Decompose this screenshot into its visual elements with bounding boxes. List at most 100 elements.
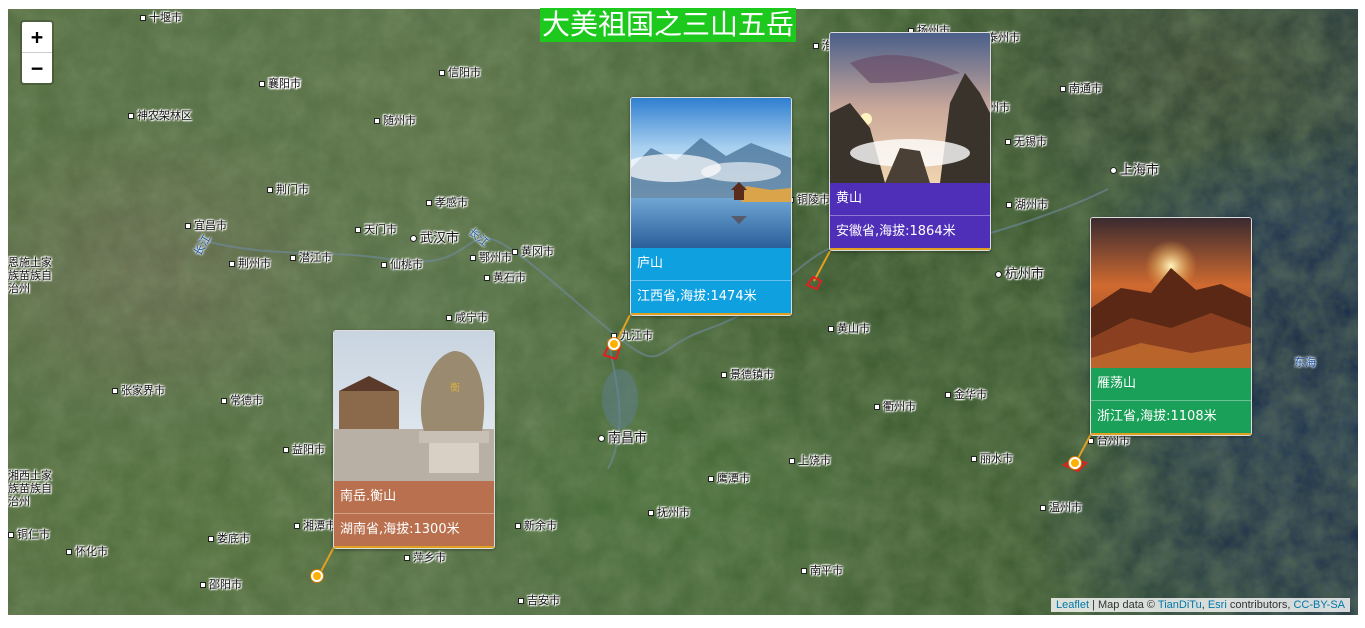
city-dot-icon bbox=[1006, 202, 1012, 208]
city-label: 荆门市 bbox=[267, 181, 309, 197]
city-label: 黄山市 bbox=[828, 320, 870, 336]
city-label: 咸宁市 bbox=[446, 309, 488, 325]
city-label: 十堰市 bbox=[140, 9, 182, 25]
city-label: 萍乡市 bbox=[404, 549, 446, 565]
city-label: 无锡市 bbox=[1005, 133, 1047, 149]
city-label: 襄阳市 bbox=[259, 75, 301, 91]
lushan-marker[interactable] bbox=[608, 338, 620, 350]
city-dot-icon bbox=[512, 249, 518, 255]
city-dot-icon bbox=[404, 555, 410, 561]
lushan-card[interactable]: 庐山 江西省,海拔:1474米 bbox=[630, 97, 792, 316]
city-dot-icon bbox=[1005, 139, 1011, 145]
city-label: 邵阳市 bbox=[200, 576, 242, 592]
city-dot-icon bbox=[221, 398, 227, 404]
yandangshan-marker[interactable] bbox=[1069, 457, 1081, 469]
city-dot-icon bbox=[789, 458, 795, 464]
city-label: 湘西土家族苗族自治州 bbox=[8, 469, 52, 508]
city-dot-icon bbox=[374, 118, 380, 124]
city-label: 益阳市 bbox=[283, 441, 325, 457]
city-dot-icon bbox=[971, 456, 977, 462]
city-label: 南昌市 bbox=[598, 427, 647, 446]
city-dot-icon bbox=[128, 113, 134, 119]
lushan-photo bbox=[631, 98, 791, 248]
city-dot-icon bbox=[648, 510, 654, 516]
hengshan-card[interactable]: 衡 南岳.衡山 湖南省,海拔:1300米 bbox=[333, 330, 495, 549]
yandangshan-name: 雁荡山 bbox=[1091, 368, 1251, 401]
city-dot-icon bbox=[874, 404, 880, 410]
lushan-desc: 江西省,海拔:1474米 bbox=[631, 281, 791, 313]
city-dot-icon bbox=[200, 582, 206, 588]
city-label: 铜仁市 bbox=[8, 526, 50, 542]
city-dot-icon bbox=[708, 476, 714, 482]
city-dot-icon bbox=[66, 549, 72, 555]
huangshan-desc: 安徽省,海拔:1864米 bbox=[830, 216, 990, 248]
city-dot-icon bbox=[290, 255, 296, 261]
city-label: 潜江市 bbox=[290, 249, 332, 265]
city-dot-icon bbox=[470, 255, 476, 261]
city-dot-icon bbox=[410, 235, 417, 242]
yandangshan-desc: 浙江省,海拔:1108米 bbox=[1091, 401, 1251, 433]
svg-text:衡: 衡 bbox=[450, 382, 460, 394]
city-label: 温州市 bbox=[1040, 499, 1082, 515]
map-attribution: Leaflet | Map data © TianDiTu, Esri cont… bbox=[1051, 598, 1350, 612]
sea-label: 东海 bbox=[1294, 356, 1316, 369]
city-dot-icon bbox=[112, 388, 118, 394]
leaflet-link[interactable]: Leaflet bbox=[1056, 599, 1089, 611]
city-dot-icon bbox=[267, 187, 273, 193]
city-label: 荆州市 bbox=[229, 255, 271, 271]
city-label: 恩施土家族苗族自治州 bbox=[8, 256, 52, 295]
city-label: 湖州市 bbox=[1006, 196, 1048, 212]
city-label: 景德镇市 bbox=[721, 366, 774, 382]
city-dot-icon bbox=[426, 200, 432, 206]
city-label: 南通市 bbox=[1060, 80, 1102, 96]
city-dot-icon bbox=[185, 223, 191, 229]
esri-link[interactable]: Esri bbox=[1208, 599, 1227, 611]
city-label: 衢州市 bbox=[874, 398, 916, 414]
city-label: 上海市 bbox=[1110, 159, 1159, 178]
city-dot-icon bbox=[208, 536, 214, 542]
city-label: 张家界市 bbox=[112, 382, 165, 398]
city-label: 金华市 bbox=[945, 386, 987, 402]
zoom-out-button[interactable]: − bbox=[22, 53, 52, 83]
city-dot-icon bbox=[355, 227, 361, 233]
city-label: 宜昌市 bbox=[185, 217, 227, 233]
city-dot-icon bbox=[140, 15, 146, 21]
hengshan-desc: 湖南省,海拔:1300米 bbox=[334, 514, 494, 546]
city-label: 吉安市 bbox=[518, 592, 560, 608]
license-link[interactable]: CC-BY-SA bbox=[1293, 599, 1345, 611]
tianditu-link[interactable]: TianDiTu bbox=[1158, 599, 1202, 611]
hengshan-photo: 衡 bbox=[334, 331, 494, 481]
huangshan-photo bbox=[830, 33, 990, 183]
city-dot-icon bbox=[259, 81, 265, 87]
city-label: 天门市 bbox=[355, 221, 397, 237]
city-label: 仙桃市 bbox=[381, 256, 423, 272]
city-label: 鹰潭市 bbox=[708, 470, 750, 486]
huangshan-card[interactable]: 黄山 安徽省,海拔:1864米 bbox=[829, 32, 991, 251]
city-label: 铜陵市 bbox=[788, 191, 830, 207]
city-dot-icon bbox=[283, 447, 289, 453]
hengshan-marker[interactable] bbox=[311, 570, 323, 582]
city-label: 鄂州市 bbox=[470, 249, 512, 265]
yandangshan-card[interactable]: 雁荡山 浙江省,海拔:1108米 bbox=[1090, 217, 1252, 436]
city-dot-icon bbox=[439, 70, 445, 76]
huangshan-name: 黄山 bbox=[830, 183, 990, 216]
city-label: 武汉市 bbox=[410, 227, 459, 246]
city-label: 信阳市 bbox=[439, 64, 481, 80]
city-label: 上饶市 bbox=[789, 452, 831, 468]
city-dot-icon bbox=[518, 598, 524, 604]
city-dot-icon bbox=[828, 326, 834, 332]
city-dot-icon bbox=[8, 532, 14, 538]
city-label: 孝感市 bbox=[426, 194, 468, 210]
city-label: 南平市 bbox=[801, 562, 843, 578]
yandangshan-photo bbox=[1091, 218, 1251, 368]
city-dot-icon bbox=[1110, 167, 1117, 174]
zoom-in-button[interactable]: + bbox=[22, 22, 52, 53]
map-title: 大美祖国之三山五岳 bbox=[540, 8, 797, 42]
city-dot-icon bbox=[446, 315, 452, 321]
city-dot-icon bbox=[515, 523, 521, 529]
city-dot-icon bbox=[995, 271, 1002, 278]
city-dot-icon bbox=[721, 372, 727, 378]
city-label: 神农架林区 bbox=[128, 107, 192, 123]
city-label: 黄石市 bbox=[484, 269, 526, 285]
map-container[interactable]: 十堰市 南阳市 信阳市 神农架林区 随州市 荆门市 孝感市 宜昌市 天门市 武汉市 潜江市 荆州市 仙桃… bbox=[8, 9, 1358, 615]
